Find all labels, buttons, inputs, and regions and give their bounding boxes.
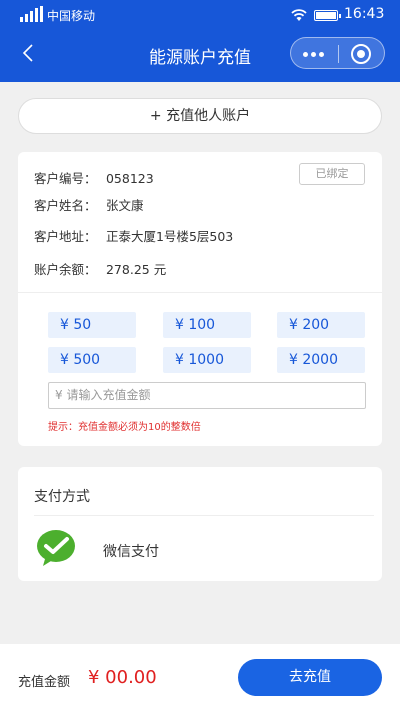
- capsule-divider: [338, 45, 339, 63]
- nav-bar: 能源账户充值: [0, 32, 400, 76]
- recharge-button[interactable]: 去充值: [238, 659, 382, 696]
- customer-number-label: 客户编号：: [34, 171, 97, 186]
- customer-address-label: 客户地址：: [34, 229, 97, 244]
- clock: 16:43: [344, 6, 385, 22]
- battery-icon: [314, 10, 341, 21]
- section-divider: [18, 292, 382, 293]
- wifi-icon: [291, 9, 307, 21]
- more-icon[interactable]: [303, 52, 324, 57]
- customer-number-value: 058123: [105, 171, 154, 186]
- account-balance-value: 278.25 元: [105, 262, 167, 277]
- account-info-card: 客户编号： 058123 已绑定 客户姓名： 张文康 客户地址： 正泰大厦1号楼…: [18, 152, 382, 446]
- mini-program-capsule: [290, 37, 385, 69]
- wechat-pay-option[interactable]: 微信支付: [103, 541, 159, 561]
- customer-name-label: 客户姓名：: [34, 198, 97, 213]
- wechat-pay-icon: [37, 530, 75, 566]
- customer-name-row: 客户姓名： 张文康: [34, 195, 144, 214]
- recharge-amount-label: 充值金额: [18, 675, 71, 690]
- add-other-account-button[interactable]: + 充值他人账户: [18, 98, 382, 134]
- bound-button[interactable]: 已绑定: [299, 163, 365, 185]
- account-balance-label: 账户余额：: [34, 262, 97, 277]
- payment-divider: [34, 515, 374, 516]
- amount-hint: 提示：充值金额必须为10的整数倍: [48, 422, 201, 433]
- account-balance-row: 账户余额： 278.25 元: [34, 259, 166, 278]
- custom-amount-input[interactable]: ¥ 请输入充值金额: [48, 382, 366, 409]
- customer-name-value: 张文康: [105, 198, 144, 213]
- amount-option-500[interactable]: ¥ 500: [48, 347, 136, 373]
- status-bar: 中国移动 16:43: [0, 0, 400, 30]
- footer-bar: 充值金额 ¥ 00.00 去充值: [0, 644, 400, 711]
- customer-number-row: 客户编号： 058123: [34, 168, 154, 187]
- customer-address-row: 客户地址： 正泰大厦1号楼5层503: [34, 226, 233, 245]
- close-target-icon[interactable]: [351, 44, 371, 64]
- amount-option-50[interactable]: ¥ 50: [48, 312, 136, 338]
- carrier-name: 中国移动: [47, 9, 96, 23]
- amount-option-1000[interactable]: ¥ 1000: [163, 347, 251, 373]
- payment-method-card: 支付方式 微信支付: [18, 467, 382, 581]
- signal-icon: [20, 6, 43, 22]
- amount-option-200[interactable]: ¥ 200: [277, 312, 365, 338]
- customer-address-value: 正泰大厦1号楼5层503: [105, 229, 234, 244]
- header-bar: 中国移动 16:43 能源账户充值: [0, 0, 400, 82]
- amount-option-100[interactable]: ¥ 100: [163, 312, 251, 338]
- payment-method-title: 支付方式: [34, 489, 90, 505]
- recharge-amount-value: ¥ 00.00: [88, 667, 157, 688]
- amount-option-2000[interactable]: ¥ 2000: [277, 347, 365, 373]
